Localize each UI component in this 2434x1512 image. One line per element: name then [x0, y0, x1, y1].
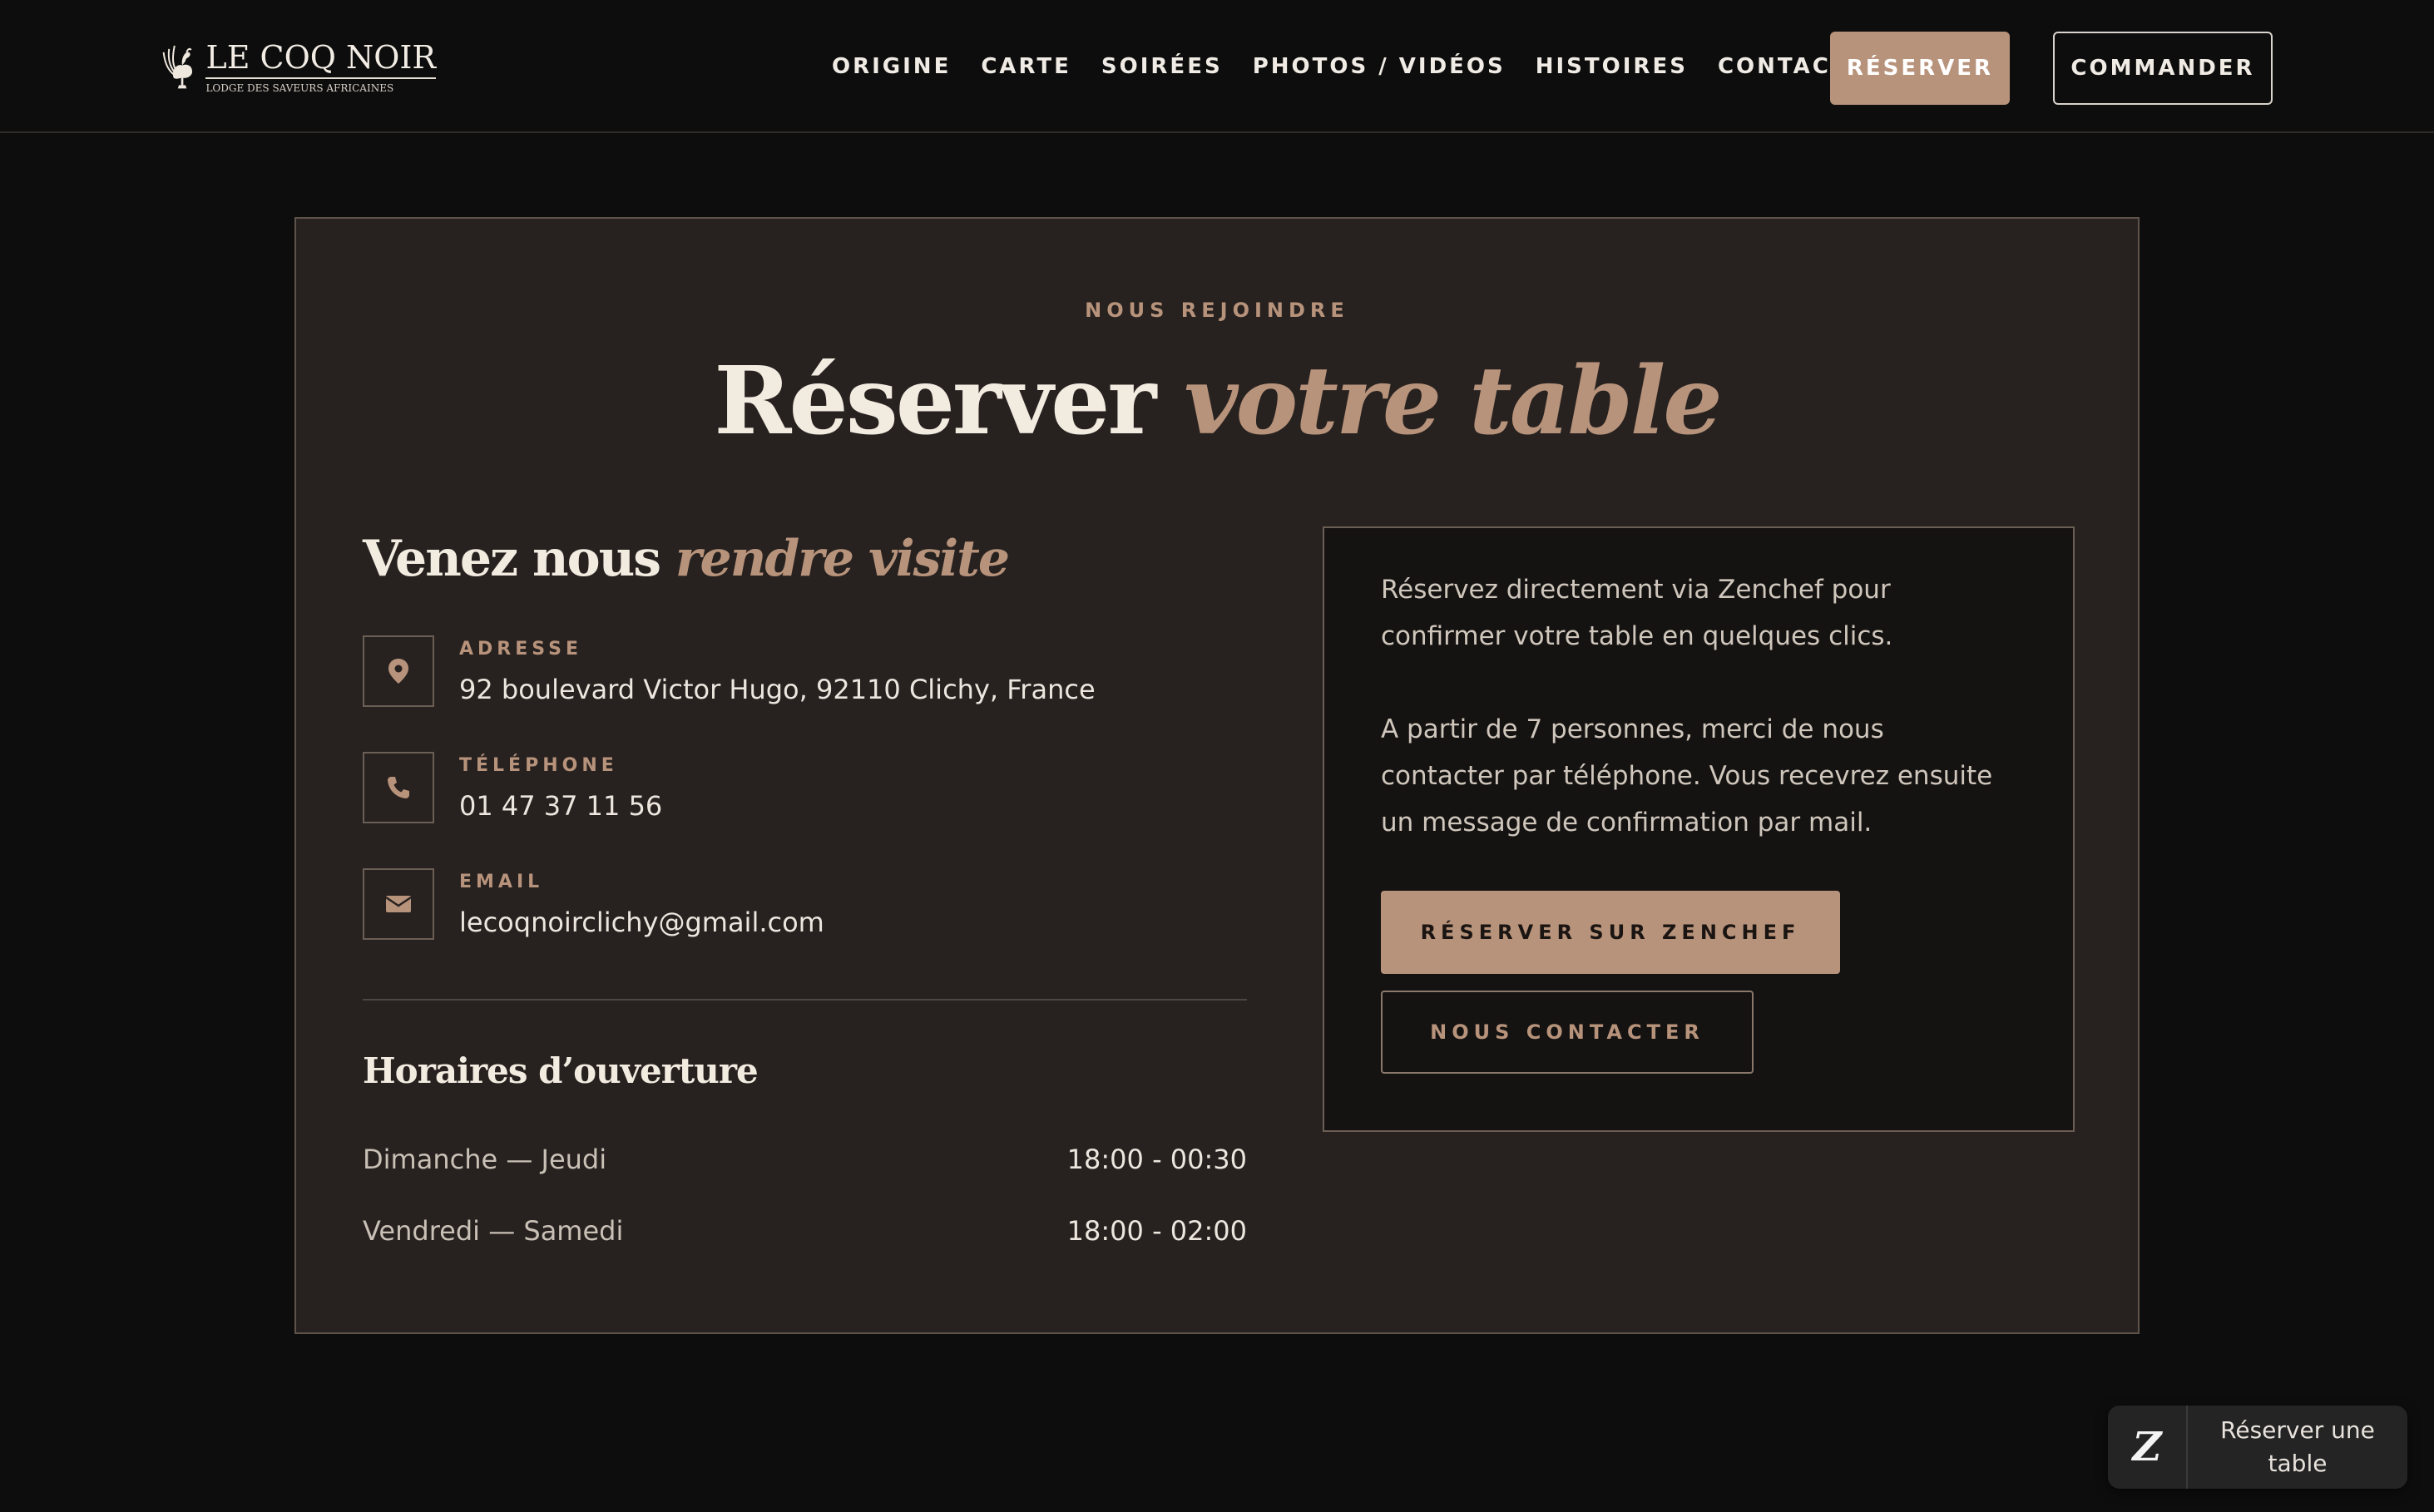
section-title-accent: votre table: [1184, 347, 1722, 456]
phone-value[interactable]: 01 47 37 11 56: [459, 790, 662, 822]
visit-title: Venez nous rendre visite: [363, 530, 1010, 588]
zenchef-logo-icon: Z: [2108, 1406, 2188, 1489]
info-row-address: ADRESSE 92 boulevard Victor Hugo, 92110 …: [363, 635, 1228, 707]
phone-icon: [363, 752, 434, 823]
hours-row: Vendredi — Samedi 18:00 - 02:00: [363, 1215, 1247, 1252]
address-label: ADRESSE: [459, 639, 582, 660]
address-value[interactable]: 92 boulevard Victor Hugo, 92110 Clichy, …: [459, 674, 1096, 705]
reservation-box: Réservez directement via Zenchef pour co…: [1323, 526, 2075, 1132]
section-title-main: Réserver: [714, 347, 1185, 456]
email-value[interactable]: lecoqnoirclichy@gmail.com: [459, 907, 824, 938]
hours-time: 18:00 - 00:30: [1066, 1144, 1247, 1175]
nav-link-contact[interactable]: CONTACT: [1718, 54, 1848, 79]
section-title: Réserver votre table: [296, 343, 2138, 460]
rooster-logo-icon: [162, 45, 193, 89]
brand-tagline: LODGE DES SAVEURS AFRICAINES: [205, 77, 436, 94]
nav-link-origine[interactable]: ORIGINE: [832, 54, 951, 79]
reserver-button[interactable]: RÉSERVER: [1830, 32, 2010, 105]
visit-title-accent: rendre visite: [675, 530, 1010, 588]
brand-name: LE COQ NOIR: [205, 39, 436, 76]
main-nav: ORIGINE CARTE SOIRÉES PHOTOS / VIDÉOS HI…: [832, 0, 1878, 133]
section-eyebrow: NOUS REJOINDRE: [1085, 299, 1349, 322]
nous-contacter-button[interactable]: NOUS CONTACTER: [1381, 991, 1754, 1074]
hours-title: Horaires d’ouverture: [363, 1050, 759, 1091]
nav-link-photos-videos[interactable]: PHOTOS / VIDÉOS: [1253, 54, 1506, 79]
divider: [363, 999, 1247, 1001]
info-row-phone: TÉLÉPHONE 01 47 37 11 56: [363, 752, 1228, 823]
hours-row: Dimanche — Jeudi 18:00 - 00:30: [363, 1144, 1247, 1180]
nav-link-soirees[interactable]: SOIRÉES: [1101, 54, 1223, 79]
visit-title-main: Venez nous: [363, 530, 675, 588]
widget-label: Réserver une table: [2220, 1416, 2375, 1477]
brand-logo[interactable]: LE COQ NOIR LODGE DES SAVEURS AFRICAINES: [161, 28, 436, 105]
info-row-email: EMAIL lecoqnoirclichy@gmail.com: [363, 868, 1228, 940]
reserver-sur-zenchef-button[interactable]: RÉSERVER SUR ZENCHEF: [1381, 891, 1840, 974]
hours-time: 18:00 - 02:00: [1066, 1215, 1247, 1247]
envelope-icon: [363, 868, 434, 940]
commander-button[interactable]: COMMANDER: [2053, 32, 2273, 105]
nav-link-histoires[interactable]: HISTOIRES: [1536, 54, 1688, 79]
map-pin-icon: [363, 635, 434, 707]
nav-link-carte[interactable]: CARTE: [981, 54, 1071, 79]
email-label: EMAIL: [459, 872, 544, 892]
hours-days: Vendredi — Samedi: [363, 1215, 624, 1247]
reserve-table-widget[interactable]: Z Réserver une table: [2108, 1406, 2407, 1489]
reservation-section: NOUS REJOINDRE Réserver votre table Vene…: [294, 217, 2140, 1334]
hours-days: Dimanche — Jeudi: [363, 1144, 607, 1175]
phone-label: TÉLÉPHONE: [459, 755, 618, 776]
reservation-text-zenchef: Réservez directement via Zenchef pour co…: [1381, 575, 1893, 651]
site-header: LE COQ NOIR LODGE DES SAVEURS AFRICAINES…: [0, 0, 2434, 133]
reservation-text-groups: A partir de 7 personnes, merci de nous c…: [1381, 714, 1993, 838]
